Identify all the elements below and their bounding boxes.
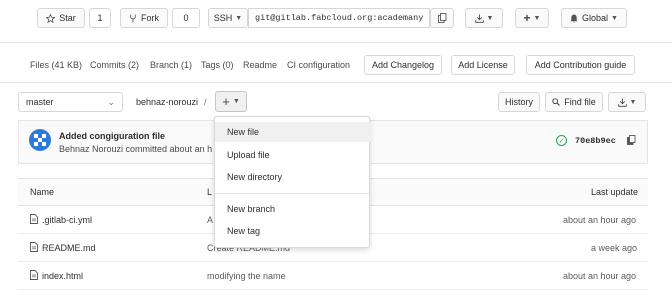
find-file-button[interactable]: Find file [545,92,603,112]
add-contribution-guide-button[interactable]: Add Contribution guide [526,55,635,75]
divider [0,82,672,83]
history-button[interactable]: History [498,92,540,112]
plus-icon: + [523,11,531,25]
add-license-button[interactable]: Add License [451,55,515,75]
menu-item-new-file[interactable]: New file [215,122,371,142]
add-dropdown-button[interactable]: + ▼ [515,8,549,28]
clone-url-input[interactable]: git@gitlab.fabcloud.org:academany [248,8,430,28]
fork-count[interactable]: 0 [172,8,200,28]
find-file-label: Find file [564,97,596,107]
menu-item-new-tag[interactable]: New tag [215,221,371,241]
breadcrumb-separator: / [204,97,207,107]
stat-commits[interactable]: Commits (2) [90,60,139,70]
file-name[interactable]: index.html [42,271,83,281]
menu-item-new-branch[interactable]: New branch [215,199,371,219]
copy-url-button[interactable] [430,8,454,28]
protocol-label: SSH [213,13,233,23]
menu-item-upload-file[interactable]: Upload file [215,145,371,165]
breadcrumb-project[interactable]: behnaz-norouzi [136,97,198,107]
download-icon [617,97,627,107]
pipeline-status-icon[interactable]: ✓ [556,135,567,146]
protocol-select[interactable]: SSH ▼ [208,8,248,28]
stat-branch[interactable]: Branch (1) [150,60,192,70]
column-header-last-commit: L [207,187,213,197]
chevron-down-icon: ⌄ [107,96,115,107]
stat-readme[interactable]: Readme [243,60,277,70]
star-icon [46,13,56,23]
file-last-update: about an hour ago [563,271,637,281]
branch-select-value: master [26,97,54,107]
commit-title[interactable]: Added congiguration file [59,131,165,141]
file-last-update: about an hour ago [563,215,637,225]
chevron-down-icon: ▼ [611,14,618,22]
download-icon [474,13,484,23]
table-row[interactable] [18,262,648,290]
file-icon [30,214,38,226]
search-icon [552,98,561,106]
star-button[interactable]: Star [37,8,85,28]
file-icon [30,270,38,282]
stat-files[interactable]: Files (41 KB) [30,60,82,70]
star-count[interactable]: 1 [89,8,111,28]
identicon-icon [34,134,46,146]
menu-item-new-directory[interactable]: New directory [215,167,371,187]
file-last-commit[interactable]: modifying the name [207,271,286,281]
column-header-name: Name [30,187,55,197]
stat-ci-configuration[interactable]: CI configuration [287,60,350,70]
chevron-down-icon: ▼ [486,14,494,22]
plus-icon: + [222,94,230,109]
file-icon [30,242,38,254]
star-label: Star [59,13,76,23]
file-name[interactable]: .gitlab-ci.yml [42,215,92,225]
copy-icon [437,13,447,23]
column-header-last-update: Last update [591,187,639,197]
copy-sha-icon[interactable] [627,135,636,147]
chevron-down-icon: ▼ [232,98,240,105]
file-last-update: a week ago [591,243,638,253]
commit-author-line: Behnaz Norouzi committed about an h [59,144,213,154]
download-archive-button[interactable]: ▼ [608,92,646,112]
add-to-tree-dropdown: New file Upload file New directory New b… [214,116,371,248]
chevron-down-icon: ▼ [629,98,637,106]
file-last-commit[interactable]: A [207,215,213,225]
notification-button[interactable]: Global ▼ [561,8,627,28]
chevron-down-icon: ▼ [235,14,243,22]
chevron-down-icon: ▼ [533,14,541,22]
fork-label: Fork [141,13,159,23]
fork-icon [129,13,137,23]
notification-label: Global [582,13,609,23]
add-changelog-button[interactable]: Add Changelog [364,55,442,75]
divider [0,42,672,43]
add-to-tree-button[interactable]: + ▼ [215,91,247,112]
fork-button[interactable]: Fork [120,8,168,28]
bell-icon [570,13,578,23]
menu-divider [215,193,369,194]
avatar[interactable] [29,129,51,151]
stat-tags[interactable]: Tags (0) [201,60,234,70]
branch-select[interactable]: master ⌄ [18,92,123,112]
file-name[interactable]: README.md [42,243,96,253]
commit-sha[interactable]: 70e8b9ec [575,136,616,146]
download-dropdown-button[interactable]: ▼ [465,8,503,28]
